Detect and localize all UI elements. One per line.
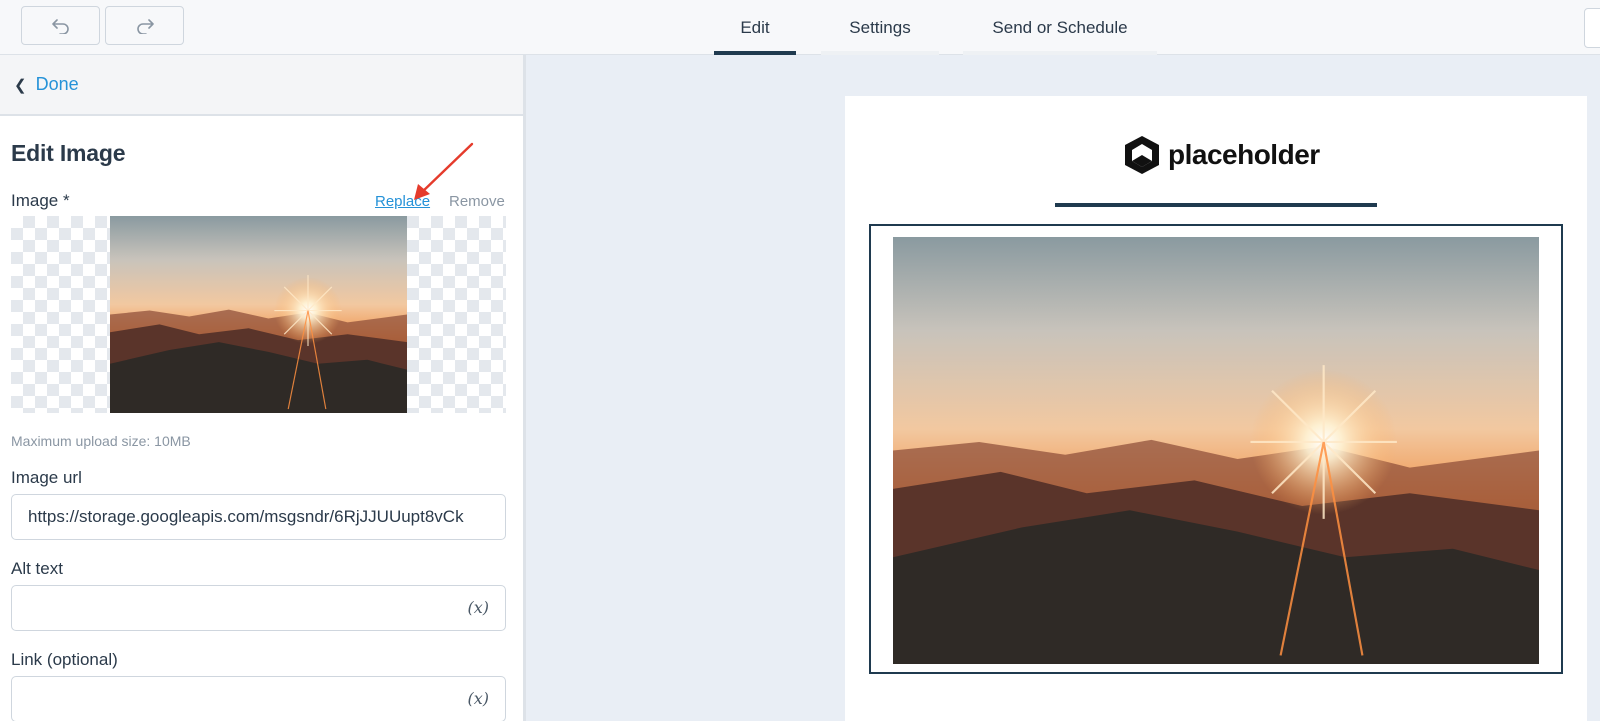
alt-text-variable-icon[interactable]: (x) [467, 598, 489, 617]
done-label: Done [35, 74, 79, 94]
annotation-arrow-icon [414, 142, 474, 200]
link-input[interactable]: (x) [11, 676, 506, 721]
tab-edit[interactable]: Edit [714, 0, 796, 55]
tab-edit-underline [714, 51, 796, 55]
chevron-left-icon: ❮ [14, 76, 27, 94]
image-preview [11, 216, 506, 413]
alt-text-input[interactable]: (x) [11, 585, 506, 631]
redo-icon [136, 18, 154, 34]
tab-settings[interactable]: Settings [821, 0, 939, 55]
tab-send-underline [963, 51, 1157, 55]
logo: placeholder [1122, 134, 1320, 176]
selected-image-block[interactable] [869, 224, 1563, 674]
link-variable-icon[interactable]: (x) [467, 689, 489, 708]
image-url-value: https://storage.googleapis.com/msgsndr/6… [28, 507, 464, 526]
tab-edit-label: Edit [740, 17, 770, 37]
done-back-link[interactable]: ❮ Done [0, 55, 523, 116]
top-toolbar: Edit Settings Send or Schedule [0, 0, 1600, 55]
undo-button[interactable] [21, 6, 100, 45]
image-label: Image * [11, 191, 70, 210]
tab-send-or-schedule[interactable]: Send or Schedule [963, 0, 1157, 55]
tab-settings-label: Settings [849, 17, 911, 37]
redo-button[interactable] [105, 6, 184, 45]
undo-icon [51, 18, 69, 34]
toolbar-action-button[interactable] [1584, 8, 1600, 48]
upload-size-hint: Maximum upload size: 10MB [11, 433, 191, 449]
image-url-label: Image url [11, 468, 82, 487]
image-preview-thumbnail [110, 216, 407, 413]
tab-settings-underline [821, 51, 939, 55]
tab-send-label: Send or Schedule [992, 17, 1128, 37]
header-divider [1055, 203, 1377, 207]
image-url-input[interactable]: https://storage.googleapis.com/msgsndr/6… [11, 494, 506, 540]
link-label: Link (optional) [11, 650, 118, 669]
alt-text-label: Alt text [11, 559, 63, 578]
email-hero-image [893, 237, 1539, 664]
email-canvas: placeholder [845, 96, 1587, 721]
logo-hexagon-icon [1125, 136, 1159, 174]
logo-text: placeholder [1168, 139, 1320, 170]
